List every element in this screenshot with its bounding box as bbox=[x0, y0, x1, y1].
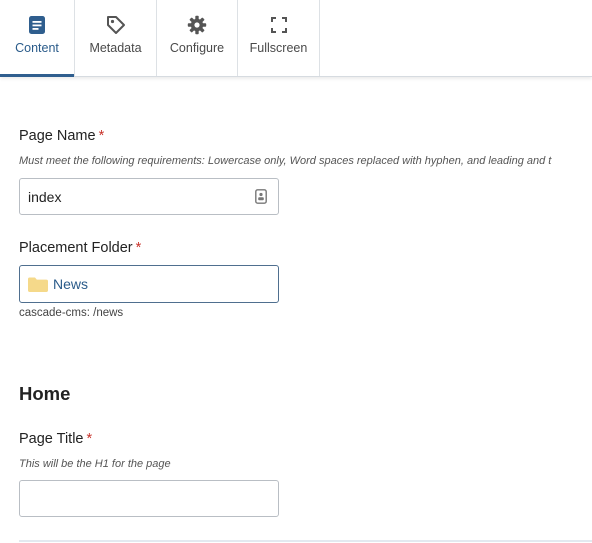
editor-toolbar: Content Metadata Configure Fullscreen bbox=[0, 0, 592, 77]
tab-metadata-label: Metadata bbox=[89, 41, 142, 55]
required-marker: * bbox=[86, 431, 93, 447]
divider bbox=[19, 540, 592, 542]
placement-folder-chooser[interactable]: News bbox=[19, 265, 279, 303]
page-name-label-text: Page Name bbox=[19, 128, 96, 144]
required-marker: * bbox=[135, 240, 142, 256]
section-heading: Home bbox=[19, 383, 71, 404]
tag-icon bbox=[106, 15, 126, 35]
contact-card-icon[interactable] bbox=[250, 189, 272, 204]
placement-folder-label: Placement Folder * bbox=[19, 240, 141, 256]
tab-content-label: Content bbox=[15, 41, 59, 55]
tab-content[interactable]: Content bbox=[0, 0, 75, 77]
placement-folder-path: cascade-cms: /news bbox=[19, 307, 124, 319]
page-title-input[interactable] bbox=[19, 480, 279, 517]
page-title-help: This will be the H1 for the page bbox=[19, 458, 171, 470]
page-title-label: Page Title * bbox=[19, 431, 92, 447]
tab-metadata[interactable]: Metadata bbox=[75, 0, 157, 76]
tab-configure-label: Configure bbox=[169, 41, 225, 55]
expand-icon bbox=[269, 15, 289, 35]
placement-folder-link[interactable]: News bbox=[53, 276, 88, 292]
placement-folder-label-text: Placement Folder bbox=[19, 240, 133, 256]
page-name-input[interactable]: index bbox=[19, 178, 279, 215]
tab-fullscreen[interactable]: Fullscreen bbox=[238, 0, 320, 76]
page-title-label-text: Page Title bbox=[19, 431, 84, 447]
page-name-label: Page Name * bbox=[19, 128, 104, 144]
page-name-value: index bbox=[28, 188, 62, 205]
document-icon bbox=[27, 15, 47, 35]
tab-configure[interactable]: Configure bbox=[157, 0, 238, 76]
page-name-help: Must meet the following requirements: Lo… bbox=[19, 155, 552, 167]
gear-icon bbox=[187, 15, 207, 35]
required-marker: * bbox=[98, 128, 105, 144]
tab-fullscreen-label: Fullscreen bbox=[249, 41, 308, 55]
folder-icon bbox=[28, 277, 48, 292]
